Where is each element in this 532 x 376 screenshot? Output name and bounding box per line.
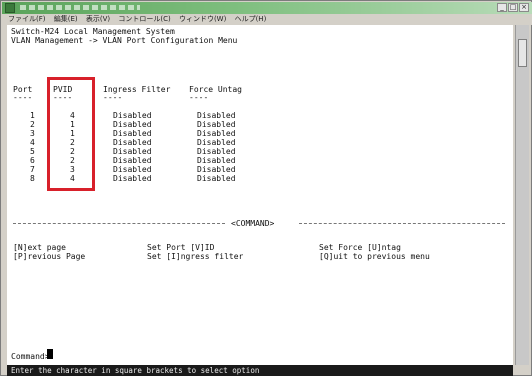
breadcrumb: VLAN Management -> VLAN Port Configurati… xyxy=(11,36,238,45)
menu-help[interactable]: ヘルプ(H) xyxy=(235,14,267,25)
command-header: <COMMAND> xyxy=(231,219,275,228)
set-force-untag-command[interactable]: Set Force [U]ntag xyxy=(319,243,401,252)
system-title: Switch-M24 Local Management System xyxy=(11,27,175,36)
row-port: 2 xyxy=(30,120,35,129)
menu-bar: ファイル(F) 編集(E) 表示(V) コントロール(C) ウィンドウ(W) ヘ… xyxy=(2,14,532,25)
header-underline: ---- xyxy=(103,93,123,102)
row-force: Disabled xyxy=(197,147,236,156)
header-underline: ---- xyxy=(189,93,209,102)
title-bar[interactable]: _ □ × xyxy=(2,2,532,14)
row-force: Disabled xyxy=(197,174,236,183)
row-force: Disabled xyxy=(197,156,236,165)
row-ingress: Disabled xyxy=(113,156,152,165)
terminal-window: _ □ × ファイル(F) 編集(E) 表示(V) コントロール(C) ウィンド… xyxy=(0,0,532,376)
terminal-screen[interactable]: Switch-M24 Local Management System VLAN … xyxy=(7,25,513,365)
previous-page-command[interactable]: [P]revious Page xyxy=(13,252,85,261)
divider-left xyxy=(13,223,225,224)
row-port: 7 xyxy=(30,165,35,174)
row-ingress: Disabled xyxy=(113,165,152,174)
menu-control[interactable]: コントロール(C) xyxy=(118,14,170,25)
row-force: Disabled xyxy=(197,165,236,174)
row-port: 4 xyxy=(30,138,35,147)
row-force: Disabled xyxy=(197,111,236,120)
row-ingress: Disabled xyxy=(113,147,152,156)
row-port: 8 xyxy=(30,174,35,183)
pvid-highlight-box xyxy=(47,77,95,191)
header-underline: ---- xyxy=(13,93,33,102)
set-port-vid-command[interactable]: Set Port [V]ID xyxy=(147,243,214,252)
command-prompt: Command> xyxy=(11,352,50,361)
row-ingress: Disabled xyxy=(113,129,152,138)
row-port: 5 xyxy=(30,147,35,156)
text-cursor[interactable] xyxy=(47,349,53,359)
divider-right xyxy=(299,223,505,224)
row-force: Disabled xyxy=(197,129,236,138)
status-bar: Enter the character in square brackets t… xyxy=(7,365,513,376)
row-port: 1 xyxy=(30,111,35,120)
close-icon[interactable]: × xyxy=(519,3,529,12)
window-title xyxy=(20,5,140,10)
row-ingress: Disabled xyxy=(113,120,152,129)
row-ingress: Disabled xyxy=(113,174,152,183)
minimize-icon[interactable]: _ xyxy=(497,3,507,12)
maximize-icon[interactable]: □ xyxy=(508,3,518,12)
menu-file[interactable]: ファイル(F) xyxy=(8,14,46,25)
app-icon xyxy=(5,3,15,13)
row-force: Disabled xyxy=(197,138,236,147)
menu-view[interactable]: 表示(V) xyxy=(86,14,110,25)
row-port: 3 xyxy=(30,129,35,138)
row-ingress: Disabled xyxy=(113,111,152,120)
menu-window[interactable]: ウィンドウ(W) xyxy=(179,14,226,25)
vertical-scrollbar[interactable] xyxy=(515,25,529,365)
row-ingress: Disabled xyxy=(113,138,152,147)
set-ingress-filter-command[interactable]: Set [I]ngress filter xyxy=(147,252,243,261)
next-page-command[interactable]: [N]ext page xyxy=(13,243,66,252)
row-force: Disabled xyxy=(197,120,236,129)
row-port: 6 xyxy=(30,156,35,165)
quit-command[interactable]: [Q]uit to previous menu xyxy=(319,252,430,261)
scrollbar-thumb[interactable] xyxy=(518,39,527,67)
menu-edit[interactable]: 編集(E) xyxy=(54,14,78,25)
